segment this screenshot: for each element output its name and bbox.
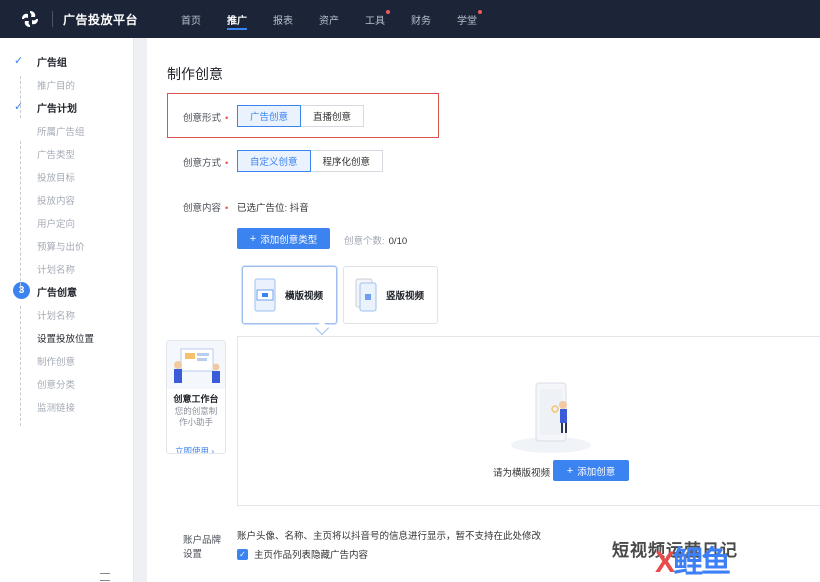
nav-item-2[interactable]: 报表 <box>260 0 306 38</box>
brand-divider <box>52 11 53 27</box>
workbench-desc: 您的创意制作小助手 <box>174 406 218 427</box>
nav-item-4[interactable]: 工具 <box>352 0 398 38</box>
sidebar-item-label: 设置投放位置 <box>37 333 95 345</box>
main-panel: 制作创意 创意形式 • 广告创意 直播创意 创意方式 • 自定义创意 程序化创意 创… <box>147 38 820 582</box>
form-type-option-live[interactable]: 直播创意 <box>301 105 365 127</box>
sidebar-item-label: 预算与出价 <box>37 241 85 253</box>
creative-workbench-card[interactable]: 创意工作台 您的创意制作小助手 立即使用 › <box>166 340 226 454</box>
sidebar-item-label: 广告类型 <box>37 149 76 161</box>
sidebar-item-label: 计划名称 <box>37 310 76 322</box>
hide-ad-content-checkbox[interactable]: ✓ 主页作品列表隐藏广告内容 <box>237 547 368 561</box>
method-option-custom[interactable]: 自定义创意 <box>237 150 311 172</box>
step-list: 广告组 ✓ 推广目的广告计划 ✓ 所属广告组广告类型投放目标投放内容用户定向预算与出价计… <box>0 38 133 426</box>
method-segment: 自定义创意 程序化创意 <box>237 150 384 172</box>
sidebar-item-label: 广告组 <box>37 58 67 69</box>
type-card-vertical-video[interactable]: 竖版视频 <box>343 266 438 324</box>
empty-state-hint: 请为横版视频 <box>493 468 551 479</box>
collapse-sidebar-icon[interactable] <box>100 573 110 581</box>
watermark-logo: X鲤鱼 <box>655 546 731 579</box>
sidebar-item-label: 广告创意 <box>37 288 77 299</box>
brand-title: 广告投放平台 <box>63 12 139 27</box>
nav-item-6[interactable]: 学堂 <box>444 0 490 38</box>
step-connector-line <box>20 306 21 426</box>
check-icon: ✓ <box>14 55 24 67</box>
vertical-video-icon <box>354 278 378 312</box>
sidebar-item-label: 广告计划 <box>37 104 77 115</box>
add-creative-button[interactable]: + 添加创意 <box>553 460 629 481</box>
horizontal-video-icon <box>253 278 277 312</box>
nav-notification-dot <box>478 10 483 14</box>
workbench-use-now-link[interactable]: 立即使用 › <box>175 445 214 453</box>
empty-state-illustration-icon <box>506 377 596 455</box>
brand-setting-label: 账户品牌 设置 <box>183 535 222 560</box>
plus-icon: + <box>566 464 574 477</box>
content-label: 创意内容 • <box>183 203 229 214</box>
nav-item-0[interactable]: 首页 <box>168 0 214 38</box>
plus-icon: + <box>249 232 257 245</box>
sidebar-item-label: 创意分类 <box>37 379 76 391</box>
nav-notification-dot <box>386 10 391 14</box>
creative-editor-panel: 请为横版视频 + 添加创意 <box>237 336 820 506</box>
type-card-label: 横版视频 <box>285 291 324 302</box>
selected-placement: 已选广告位: 抖音 <box>237 203 309 214</box>
sidebar-item-label: 投放内容 <box>37 195 76 207</box>
top-nav-bar: 广告投放平台 首页 推广 报表 资产 工具 财务 学堂 <box>0 0 820 38</box>
workbench-title: 创意工作台 <box>173 394 219 404</box>
page-title: 制作创意 <box>167 66 223 82</box>
form-type-option-ad[interactable]: 广告创意 <box>237 105 302 127</box>
sidebar-item-label: 监测链接 <box>37 402 76 414</box>
form-type-segment: 广告创意 直播创意 <box>237 105 365 127</box>
form-type-label: 创意形式 • <box>183 113 229 124</box>
main-nav: 首页 推广 报表 资产 工具 财务 学堂 <box>168 0 490 38</box>
sidebar-item[interactable]: 所属广告组 <box>0 119 133 142</box>
type-card-horizontal-video[interactable]: 横版视频 <box>242 266 337 324</box>
add-creative-type-button[interactable]: + 添加创意类型 <box>237 228 330 249</box>
app-logo-icon[interactable] <box>20 9 40 29</box>
step-connector-line <box>20 141 21 291</box>
creative-count: 创意个数: 0/10 <box>344 236 408 247</box>
sidebar-item-label: 制作创意 <box>37 356 76 368</box>
brand-setting-note: 账户头像、名称、主页将以抖音号的信息进行显示，暂不支持在此处修改 <box>237 531 542 542</box>
checkbox-checked-icon[interactable]: ✓ <box>237 548 248 560</box>
nav-item-5[interactable]: 财务 <box>398 0 444 38</box>
sidebar: 广告组 ✓ 推广目的广告计划 ✓ 所属广告组广告类型投放目标投放内容用户定向预算与出价计… <box>0 38 134 582</box>
step-connector-line <box>20 76 21 118</box>
sidebar-item-label: 用户定向 <box>37 218 76 230</box>
nav-item-1[interactable]: 推广 <box>214 0 260 38</box>
sidebar-item-label: 计划名称 <box>37 264 76 276</box>
nav-item-3[interactable]: 资产 <box>306 0 352 38</box>
sidebar-section-group[interactable]: 广告组 ✓ <box>0 50 133 73</box>
method-option-programmatic[interactable]: 程序化创意 <box>310 150 384 172</box>
sidebar-item-label: 投放目标 <box>37 172 76 184</box>
step-number-badge: 3 <box>13 282 30 299</box>
method-label: 创意方式 • <box>183 158 229 169</box>
workbench-illustration-icon <box>167 341 225 389</box>
type-card-label: 竖版视频 <box>386 291 425 302</box>
sidebar-item-label: 推广目的 <box>37 80 76 92</box>
sidebar-item-label: 所属广告组 <box>37 126 85 138</box>
